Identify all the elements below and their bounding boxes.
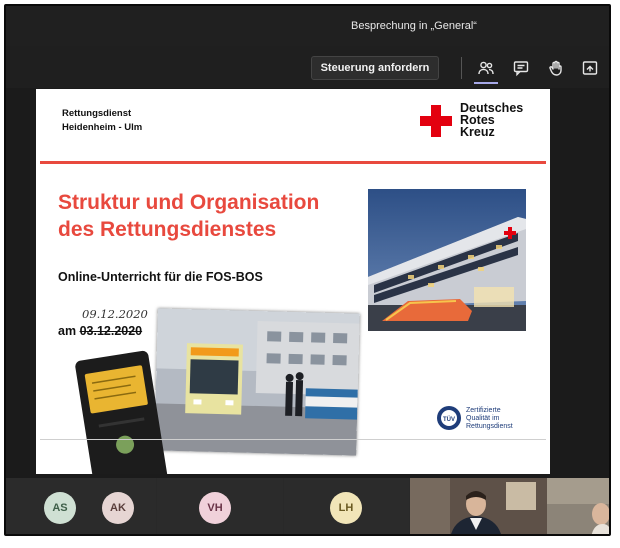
participant-video-tile[interactable] [410, 478, 547, 534]
tuv-certification-logo-icon: TÜV [436, 405, 462, 431]
red-cross-logo-icon [420, 105, 452, 137]
slide-title-line-2: des Rettungsdienstes [58, 218, 277, 241]
header-divider [40, 161, 546, 164]
meeting-toolbar: Steuerung anfordern [6, 46, 609, 88]
handwritten-date: 09.12.2020 [82, 307, 148, 321]
raise-hand-icon[interactable] [544, 56, 568, 80]
participant-tile[interactable]: LH [284, 478, 409, 534]
slide-title: Struktur und Organisation des Rettungsdi… [58, 189, 319, 243]
building-photo [368, 189, 526, 331]
avatar: AK [102, 492, 134, 524]
cert-line-2: Qualität im [466, 415, 500, 422]
organization-name: Rettungsdienst Heidenheim - Ulm [62, 107, 142, 135]
slide-subtitle: Online-Unterricht für die FOS-BOS [58, 270, 263, 284]
request-control-button[interactable]: Steuerung anfordern [311, 56, 439, 80]
participant-tile[interactable]: AS AK [6, 478, 156, 534]
certification-text: Zertifizierte Qualität im Rettungsdienst [466, 407, 513, 431]
slide-title-line-1: Struktur und Organisation [58, 191, 320, 214]
date-prefix: am [58, 324, 77, 338]
logo-line-3: Kreuz [460, 125, 495, 139]
drk-logo-text: Deutsches Rotes Kreuz [460, 102, 523, 139]
participants-icon[interactable] [474, 56, 498, 80]
chat-icon[interactable] [509, 56, 533, 80]
tuv-logo-text: TÜV [443, 416, 455, 423]
org-line-1: Rettungsdienst [62, 108, 132, 119]
title-bar: Besprechung in „General“ [6, 6, 609, 46]
participant-gallery: AS AK VH LH [6, 478, 609, 534]
avatar: LH [330, 492, 362, 524]
cert-line-1: Zertifizierte [466, 407, 501, 414]
participant-video-tile[interactable] [547, 478, 609, 534]
participant-tile[interactable]: VH [157, 478, 283, 534]
presentation-slide: Rettungsdienst Heidenheim - Ulm Deutsche… [36, 89, 550, 474]
active-tab-indicator [474, 82, 498, 84]
struck-date: 03.12.2020 [79, 324, 143, 338]
footer-divider [40, 439, 546, 440]
ambulance-street-photo [154, 308, 360, 456]
teams-meeting-window: Besprechung in „General“ Steuerung anfor… [4, 4, 611, 536]
avatar: AS [44, 492, 76, 524]
avatar: VH [199, 492, 231, 524]
share-tray-icon[interactable] [578, 56, 602, 80]
cert-line-3: Rettungsdienst [466, 423, 513, 430]
toolbar-divider [461, 57, 462, 79]
meeting-title: Besprechung in „General“ [351, 20, 477, 32]
shared-content-stage: Rettungsdienst Heidenheim - Ulm Deutsche… [6, 88, 609, 478]
date-line: am 03.12.2020 [58, 324, 142, 338]
org-line-2: Heidenheim - Ulm [62, 122, 143, 133]
